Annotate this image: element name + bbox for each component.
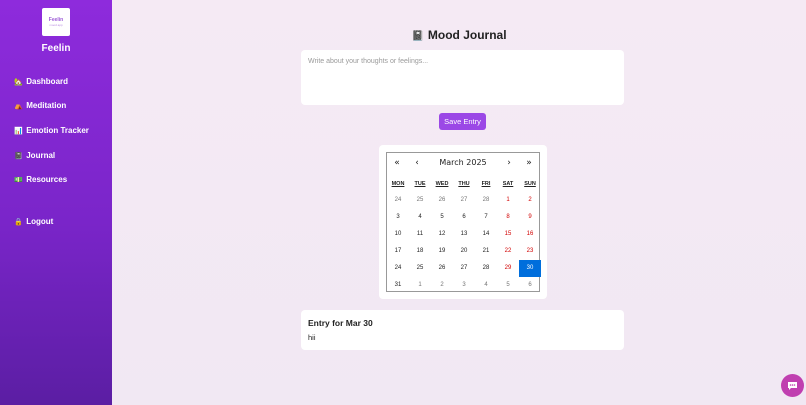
calendar-day[interactable]: 13 bbox=[453, 226, 475, 243]
save-entry-button[interactable]: Save Entry bbox=[439, 113, 486, 130]
calendar-card: « ‹ March 2025 › » MON TUE WED THU FRI S… bbox=[379, 145, 547, 299]
sidebar-item-label: Dashboard bbox=[26, 77, 69, 86]
calendar-day[interactable]: 26 bbox=[431, 192, 453, 209]
logo-subtext: mood app bbox=[49, 23, 63, 27]
prev-year-button[interactable]: « bbox=[387, 158, 407, 168]
sidebar-item-label: Journal bbox=[26, 151, 56, 160]
notebook-icon: 📓 bbox=[14, 153, 23, 160]
calendar-day[interactable]: 28 bbox=[475, 260, 497, 277]
calendar-day[interactable]: 24 bbox=[387, 192, 409, 209]
brand-name: Feelin bbox=[41, 43, 71, 54]
calendar-navigation: « ‹ March 2025 › » bbox=[387, 153, 539, 172]
chat-bubble-icon bbox=[788, 381, 797, 390]
next-month-button[interactable]: › bbox=[499, 158, 519, 168]
calendar-day[interactable]: 5 bbox=[431, 209, 453, 226]
calendar-day[interactable]: 23 bbox=[519, 243, 541, 260]
app-logo[interactable]: Feelin mood app bbox=[42, 8, 70, 36]
sidebar-item-emotion-tracker[interactable]: 📊 Emotion Tracker bbox=[14, 126, 89, 135]
chart-icon: 📊 bbox=[14, 128, 23, 135]
chat-button[interactable] bbox=[781, 374, 804, 397]
sidebar-item-label: Resources bbox=[26, 175, 68, 184]
weekday-label: FRI bbox=[481, 181, 491, 187]
weekday-label: WED bbox=[435, 181, 449, 187]
sidebar-item-meditation[interactable]: ⛺ Meditation bbox=[14, 101, 66, 110]
calendar-day-selected[interactable]: 30 bbox=[519, 260, 541, 277]
calendar-day[interactable]: 4 bbox=[475, 277, 497, 294]
calendar-day[interactable]: 2 bbox=[519, 192, 541, 209]
weekday-label: MON bbox=[391, 181, 405, 187]
calendar-day[interactable]: 18 bbox=[409, 243, 431, 260]
entry-body: hii bbox=[308, 333, 316, 342]
weekday-label: TUE bbox=[414, 181, 426, 187]
sidebar-item-journal[interactable]: 📓 Journal bbox=[14, 151, 55, 160]
calendar-day[interactable]: 20 bbox=[453, 243, 475, 260]
calendar-day[interactable]: 26 bbox=[431, 260, 453, 277]
calendar-day[interactable]: 2 bbox=[431, 277, 453, 294]
calendar-days: 24 25 26 27 28 1 2 3 4 5 6 7 8 9 10 11 12 13 14 15 16 17 18 19 2… bbox=[387, 192, 541, 294]
notebook-icon: 📓 bbox=[411, 31, 424, 42]
calendar-day[interactable]: 6 bbox=[453, 209, 475, 226]
sidebar-item-resources[interactable]: 💵 Resources bbox=[14, 175, 67, 184]
calendar-day[interactable]: 1 bbox=[497, 192, 519, 209]
calendar-day[interactable]: 9 bbox=[519, 209, 541, 226]
calendar-day[interactable]: 31 bbox=[387, 277, 409, 294]
calendar-day[interactable]: 10 bbox=[387, 226, 409, 243]
calendar-day[interactable]: 28 bbox=[475, 192, 497, 209]
calendar-day[interactable]: 15 bbox=[497, 226, 519, 243]
calendar-day[interactable]: 3 bbox=[387, 209, 409, 226]
entry-title: Entry for Mar 30 bbox=[308, 318, 373, 328]
calendar-day[interactable]: 8 bbox=[497, 209, 519, 226]
calendar-day[interactable]: 4 bbox=[409, 209, 431, 226]
calendar-day[interactable]: 7 bbox=[475, 209, 497, 226]
calendar-day[interactable]: 16 bbox=[519, 226, 541, 243]
lock-icon: 🔒 bbox=[14, 219, 23, 226]
calendar-day[interactable]: 12 bbox=[431, 226, 453, 243]
calendar-day[interactable]: 1 bbox=[409, 277, 431, 294]
calendar-weekdays: MON TUE WED THU FRI SAT SUN bbox=[387, 181, 539, 189]
main-content: 📓Mood Journal Save Entry « ‹ March 2025 … bbox=[112, 0, 806, 405]
next-year-button[interactable]: » bbox=[519, 158, 539, 168]
calendar-day[interactable]: 22 bbox=[497, 243, 519, 260]
tent-icon: ⛺ bbox=[14, 103, 23, 110]
calendar-day[interactable]: 5 bbox=[497, 277, 519, 294]
calendar-day[interactable]: 27 bbox=[453, 192, 475, 209]
weekday-label: THU bbox=[458, 181, 470, 187]
calendar-day[interactable]: 21 bbox=[475, 243, 497, 260]
calendar-day[interactable]: 25 bbox=[409, 260, 431, 277]
logout-label: Logout bbox=[26, 217, 54, 226]
prev-month-button[interactable]: ‹ bbox=[407, 158, 427, 168]
calendar-day[interactable]: 3 bbox=[453, 277, 475, 294]
calendar-day[interactable]: 19 bbox=[431, 243, 453, 260]
calendar-day[interactable]: 14 bbox=[475, 226, 497, 243]
entry-card: Entry for Mar 30 hii bbox=[301, 310, 624, 350]
calendar-day[interactable]: 29 bbox=[497, 260, 519, 277]
calendar: « ‹ March 2025 › » MON TUE WED THU FRI S… bbox=[386, 152, 541, 294]
calendar-day[interactable]: 24 bbox=[387, 260, 409, 277]
page-title-text: Mood Journal bbox=[427, 28, 507, 42]
calendar-day[interactable]: 6 bbox=[519, 277, 541, 294]
house-icon: 🏡 bbox=[14, 79, 23, 86]
page-title: 📓 Mood Journal bbox=[112, 28, 806, 42]
journal-input[interactable] bbox=[301, 50, 624, 105]
calendar-day[interactable]: 25 bbox=[409, 192, 431, 209]
sidebar: Feelin mood app Feelin 🏡 Dashboard ⛺ Med… bbox=[0, 0, 112, 405]
calendar-day[interactable]: 27 bbox=[453, 260, 475, 277]
weekday-label: SAT bbox=[502, 181, 514, 187]
weekday-label: SUN bbox=[524, 181, 536, 187]
logout-button[interactable]: 🔒 Logout bbox=[14, 217, 53, 226]
calendar-day[interactable]: 11 bbox=[409, 226, 431, 243]
sidebar-item-dashboard[interactable]: 🏡 Dashboard bbox=[14, 77, 68, 86]
calendar-month-label[interactable]: March 2025 bbox=[427, 158, 499, 167]
sidebar-item-label: Emotion Tracker bbox=[26, 126, 89, 135]
calendar-day[interactable]: 17 bbox=[387, 243, 409, 260]
sidebar-item-label: Meditation bbox=[26, 101, 67, 110]
money-icon: 💵 bbox=[14, 177, 23, 184]
